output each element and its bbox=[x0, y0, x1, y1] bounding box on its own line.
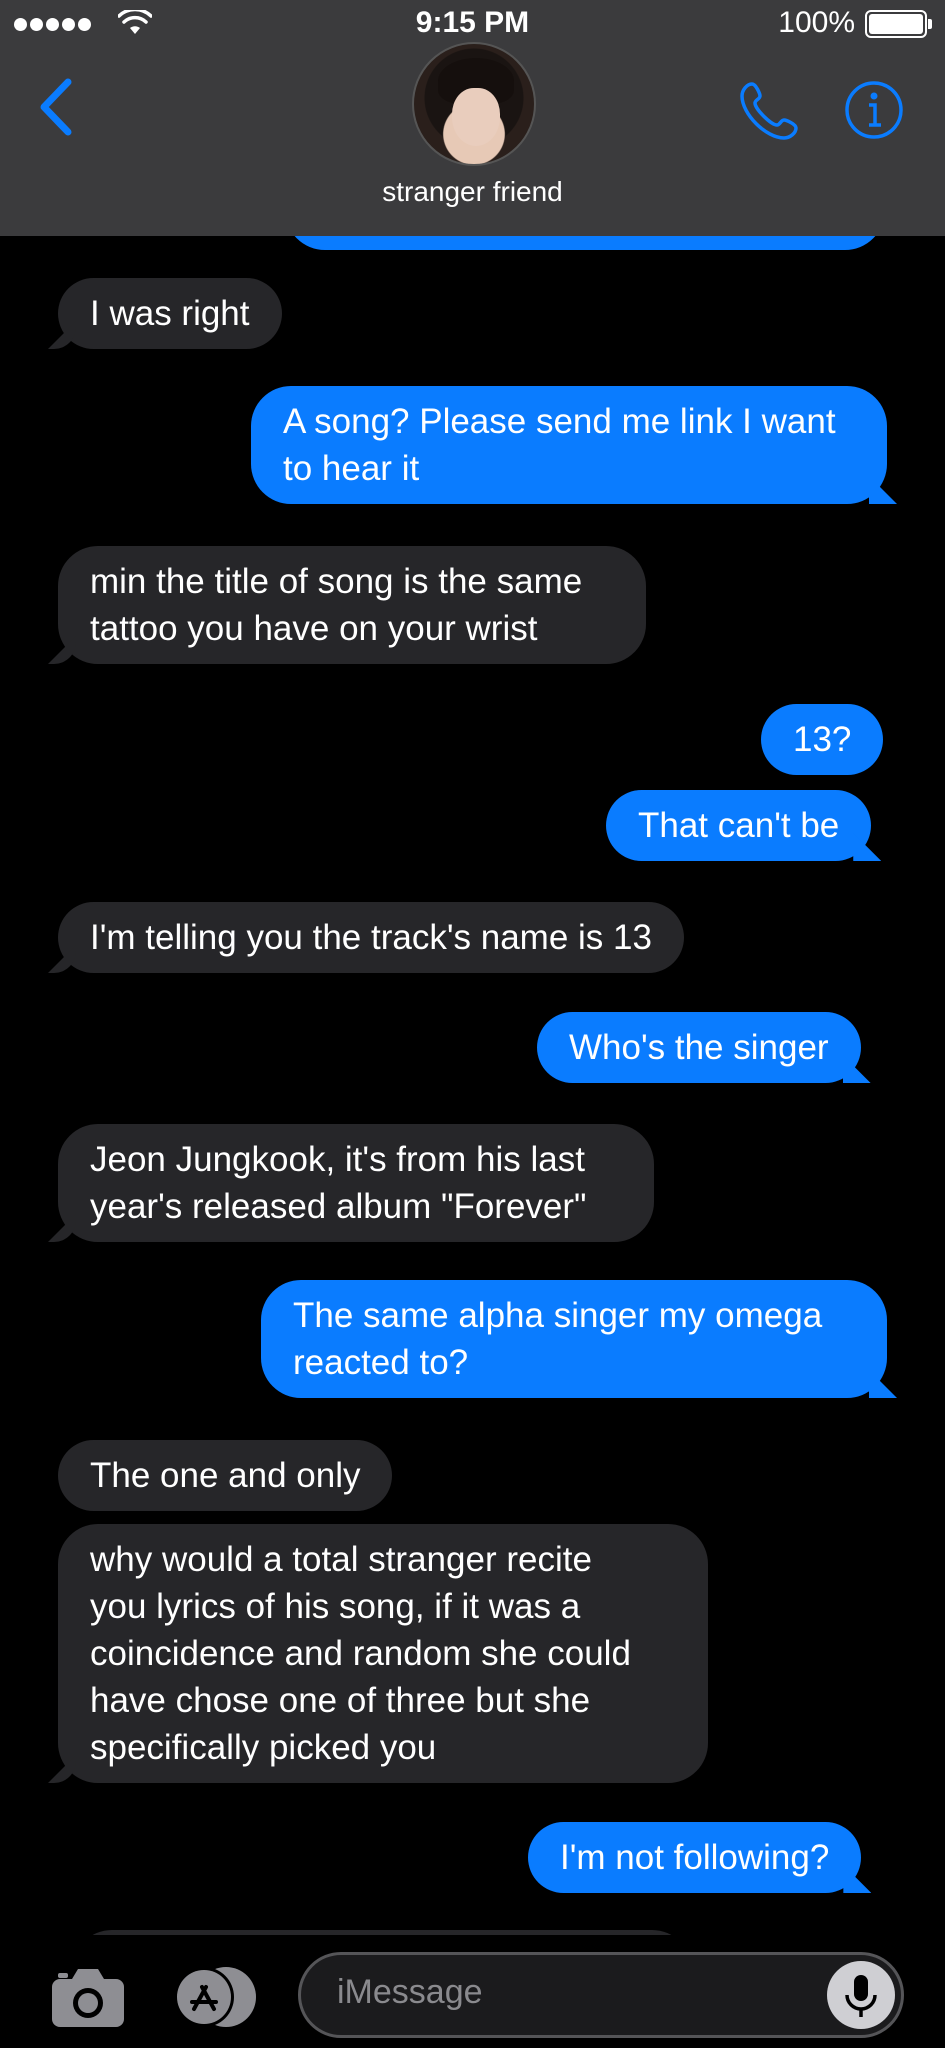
microphone-button[interactable] bbox=[827, 1961, 895, 2029]
message-input-bar: iMessage bbox=[0, 1935, 945, 2048]
message-text-line: The same alpha singer my omega bbox=[293, 1296, 823, 1335]
message-bubble-incoming[interactable]: why would a total stranger recite you ly… bbox=[58, 1524, 708, 1783]
phone-icon[interactable] bbox=[738, 78, 802, 142]
battery-icon bbox=[865, 10, 932, 38]
message-text-line: tattoo you have on your wrist bbox=[90, 609, 538, 648]
message-text-line: coincidence and random she could bbox=[90, 1634, 631, 1673]
message-text-line: why would a total stranger recite bbox=[90, 1540, 592, 1579]
camera-icon[interactable] bbox=[50, 1965, 126, 2029]
message-bubble-outgoing[interactable]: 13? bbox=[761, 704, 884, 775]
message-text-line: min the title of song is the same bbox=[90, 562, 583, 601]
message-bubble-outgoing[interactable]: Who's the singer bbox=[537, 1012, 861, 1083]
message-text: I was right bbox=[90, 294, 250, 333]
message-bubble-incoming[interactable]: Jeon Jungkook, it's from his last year's… bbox=[58, 1124, 654, 1242]
status-bar: 9:15 PM 100% bbox=[0, 0, 945, 46]
message-input-placeholder: iMessage bbox=[337, 1973, 483, 2011]
message-bubble-incoming[interactable]: I'm telling you the track's name is 13 bbox=[58, 902, 684, 973]
message-text-line: you lyrics of his song, if it was a bbox=[90, 1587, 581, 1626]
message-text: I'm telling you the track's name is 13 bbox=[90, 918, 652, 957]
message-text: I'm not following? bbox=[560, 1838, 830, 1877]
message-bubble-outgoing[interactable]: The same alpha singer my omega reacted t… bbox=[261, 1280, 887, 1398]
contact-name[interactable]: stranger friend bbox=[0, 176, 945, 208]
message-text: That can't be bbox=[638, 806, 840, 845]
message-bubble-incoming[interactable]: min the title of song is the same tattoo… bbox=[58, 546, 646, 664]
message-text-line: specifically picked you bbox=[90, 1728, 437, 1767]
microphone-icon bbox=[845, 1975, 877, 2017]
message-bubble-outgoing[interactable]: A song? Please send me link I want to he… bbox=[251, 386, 887, 504]
app-store-icon[interactable] bbox=[172, 1965, 258, 2029]
conversation-header: 9:15 PM 100% stranger friend bbox=[0, 0, 945, 236]
chevron-left-icon[interactable] bbox=[32, 72, 82, 142]
message-text-line: to hear it bbox=[283, 449, 420, 488]
avatar[interactable] bbox=[412, 42, 536, 166]
message-text: 13? bbox=[793, 720, 852, 759]
message-bubble-outgoing[interactable]: That can't be bbox=[606, 790, 872, 861]
message-text-line: have chose one of three but she bbox=[90, 1681, 591, 1720]
info-icon[interactable] bbox=[844, 80, 904, 140]
message-bubble-incoming[interactable]: I was right bbox=[58, 278, 282, 349]
message-text-line: Jeon Jungkook, it's from his last bbox=[90, 1140, 585, 1179]
message-text: The one and only bbox=[90, 1456, 361, 1495]
message-input-field[interactable]: iMessage bbox=[298, 1952, 904, 2038]
battery-percentage: 100% bbox=[778, 6, 855, 39]
message-text: Who's the singer bbox=[569, 1028, 829, 1067]
message-text-line: year's released album "Forever" bbox=[90, 1187, 587, 1226]
message-bubble-incoming[interactable]: The one and only bbox=[58, 1440, 393, 1511]
message-text-line: reacted to? bbox=[293, 1343, 469, 1382]
message-text-line: A song? Please send me link I want bbox=[283, 402, 836, 441]
message-bubble-outgoing[interactable]: I'm not following? bbox=[528, 1822, 862, 1893]
conversation-thread: I was right A song? Please send me link … bbox=[0, 0, 945, 2048]
